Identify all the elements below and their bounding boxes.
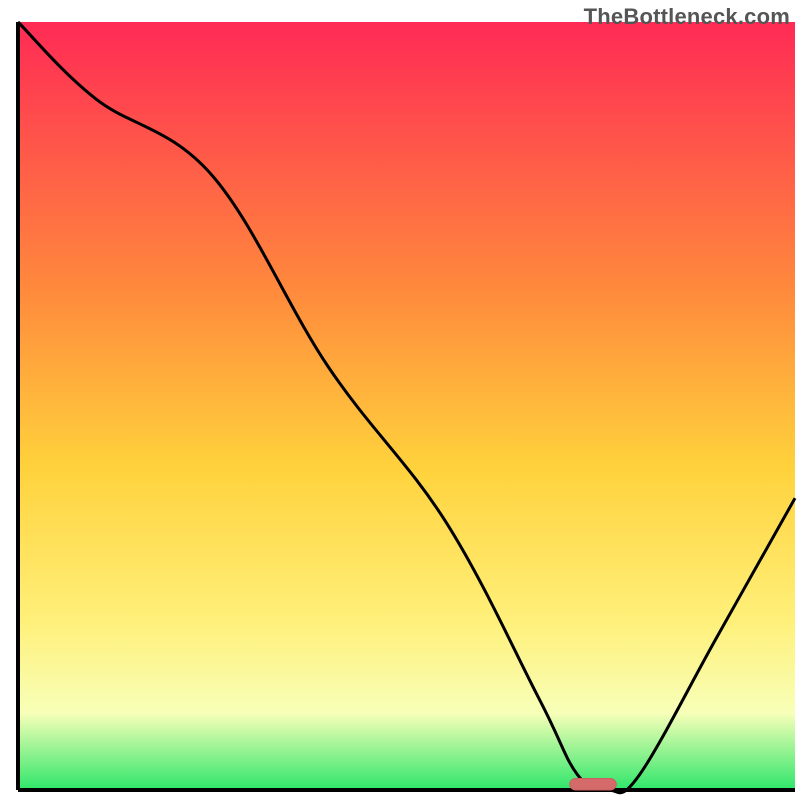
bottleneck-chart bbox=[0, 0, 800, 800]
chart-container: TheBottleneck.com bbox=[0, 0, 800, 800]
watermark-text: TheBottleneck.com bbox=[584, 4, 790, 30]
optimal-marker bbox=[570, 779, 617, 791]
plot-background bbox=[18, 22, 795, 790]
